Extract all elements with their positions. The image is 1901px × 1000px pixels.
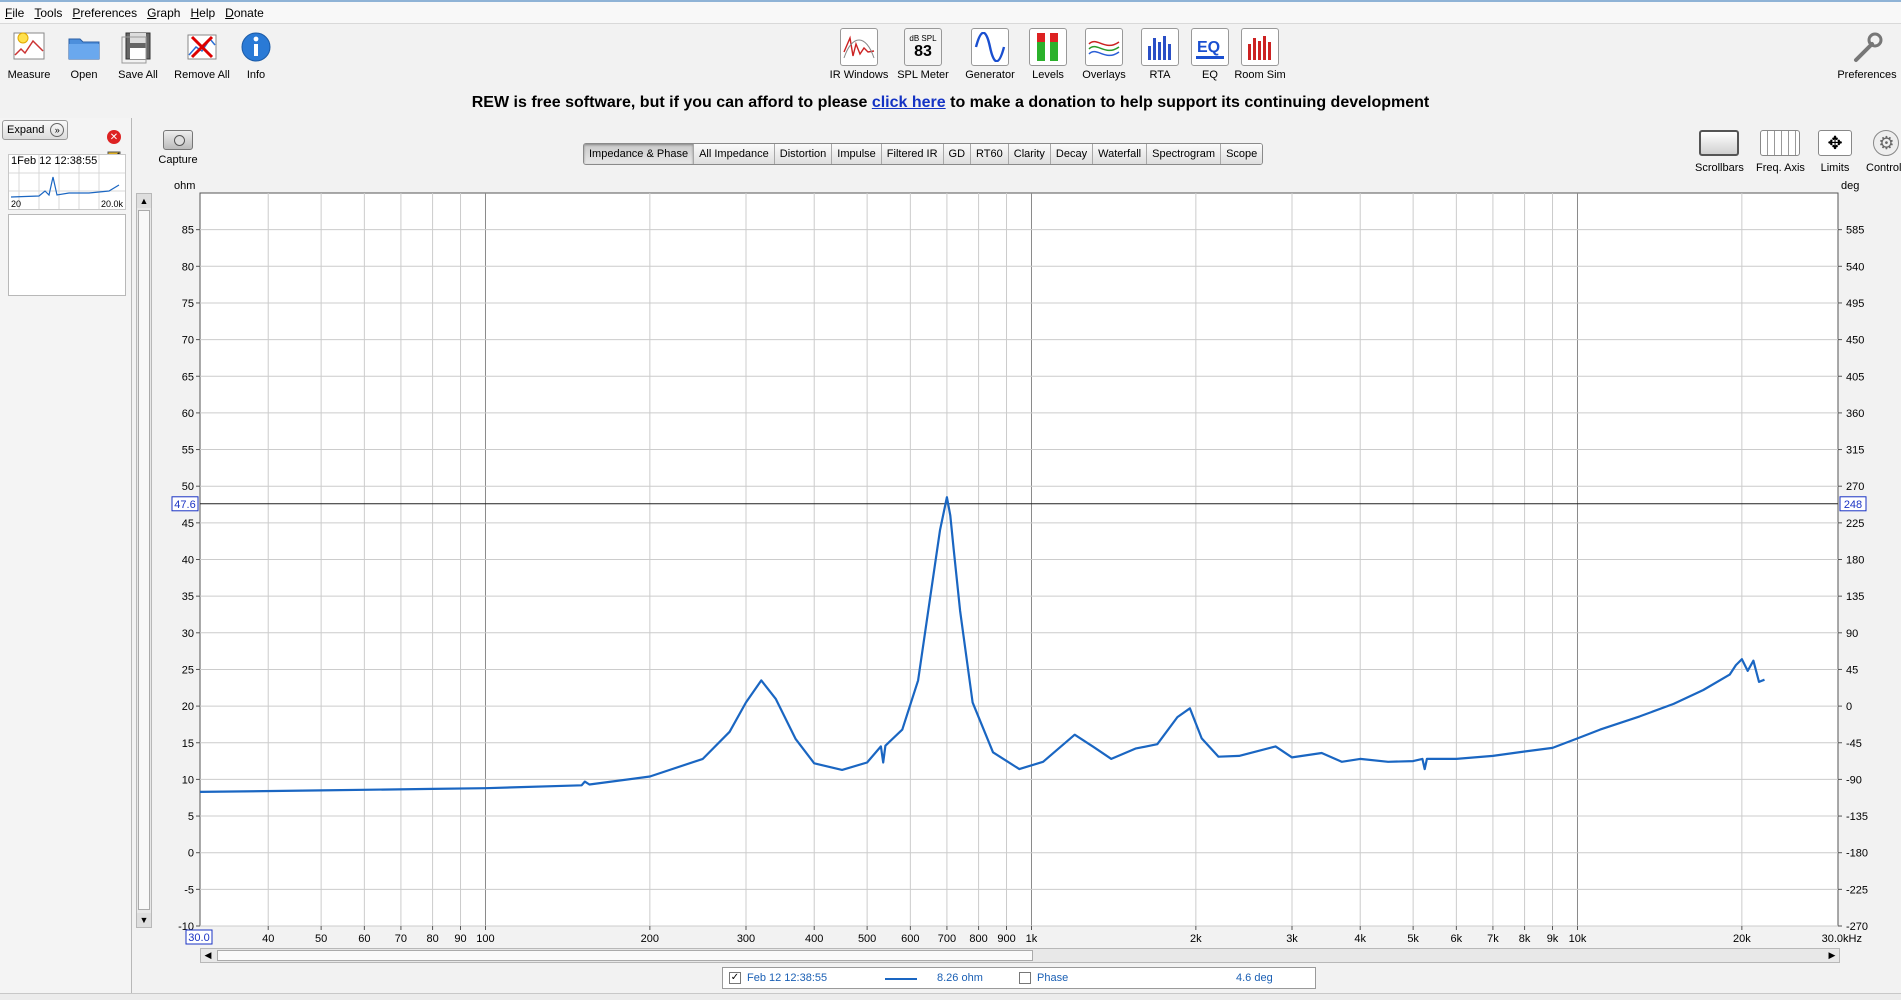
y-right-tick-label: 450 <box>1846 335 1864 347</box>
y-left-tick-label: 50 <box>182 481 194 493</box>
y-left-tick-label: 60 <box>182 408 194 420</box>
x-tick-label: 70 <box>395 933 407 945</box>
legend-phase-value: 4.6 deg <box>1236 972 1273 984</box>
y-left-tick-label: 85 <box>182 225 194 237</box>
legend-impedance-value: 8.26 ohm <box>937 972 983 984</box>
y-right-tick-label: 135 <box>1846 591 1864 603</box>
x-tick-label: 2k <box>1190 933 1202 945</box>
y-left-tick-label: 5 <box>188 811 194 823</box>
y-right-tick-label: 90 <box>1846 628 1858 640</box>
graph-legend: ✓ Feb 12 12:38:55 8.26 ohm Phase 4.6 deg <box>722 967 1316 989</box>
measurement-visible-checkbox[interactable]: ✓ <box>729 972 741 984</box>
y-left-tick-label: 45 <box>182 518 194 530</box>
horizontal-scroll-thumb[interactable] <box>217 950 1033 961</box>
x-tick-label: 4k <box>1354 933 1366 945</box>
x-tick-label: 800 <box>969 933 987 945</box>
x-tick-label: 80 <box>426 933 438 945</box>
rew-window: File Tools Preferences Graph Help Donate… <box>0 0 1901 1000</box>
x-tick-label: 90 <box>454 933 466 945</box>
x-tick-label: 900 <box>997 933 1015 945</box>
y-right-tick-label: 0 <box>1846 701 1852 713</box>
y-right-tick-label: 360 <box>1846 408 1864 420</box>
x-tick-label: 500 <box>858 933 876 945</box>
x-tick-label: 400 <box>805 933 823 945</box>
impedance-phase-chart[interactable]: -10-50510152025303540455055606570758085-… <box>0 0 1901 1000</box>
y-right-tick-label: 405 <box>1846 371 1864 383</box>
y-left-tick-label: 10 <box>182 774 194 786</box>
x-tick-label: 300 <box>737 933 755 945</box>
x-tick-label: 700 <box>938 933 956 945</box>
y-right-tick-label: -270 <box>1846 921 1868 933</box>
x-start-label: 30.0 <box>188 932 209 944</box>
x-tick-label: 9k <box>1547 933 1559 945</box>
y-left-tick-label: 15 <box>182 738 194 750</box>
y-left-tick-label: 0 <box>188 848 194 860</box>
x-tick-label: 600 <box>901 933 919 945</box>
legend-measurement-name: Feb 12 12:38:55 <box>747 972 828 984</box>
x-tick-label: 6k <box>1451 933 1463 945</box>
x-tick-label: 1k <box>1026 933 1038 945</box>
scroll-left-arrow-icon[interactable]: ◀ <box>201 949 215 962</box>
y-right-tick-label: -45 <box>1846 738 1862 750</box>
y-left-tick-label: 40 <box>182 555 194 567</box>
x-end-label: 30.0kHz <box>1822 933 1862 945</box>
x-tick-label: 50 <box>315 933 327 945</box>
x-tick-label: 5k <box>1407 933 1419 945</box>
scroll-right-arrow-icon[interactable]: ▶ <box>1825 949 1839 962</box>
y-right-tick-label: 45 <box>1846 664 1858 676</box>
cursor-left-label: 47.6 <box>174 499 195 511</box>
y-right-tick-label: -225 <box>1846 884 1868 896</box>
y-right-tick-label: -180 <box>1846 848 1868 860</box>
y-left-tick-label: 35 <box>182 591 194 603</box>
x-tick-label: 3k <box>1286 933 1298 945</box>
y-left-tick-label: -5 <box>184 884 194 896</box>
y-left-tick-label: 80 <box>182 261 194 273</box>
horizontal-scrollbar[interactable]: ◀ ▶ <box>200 948 1840 963</box>
y-left-tick-label: 20 <box>182 701 194 713</box>
legend-line-swatch <box>885 978 917 980</box>
legend-phase-label: Phase <box>1037 972 1069 984</box>
y-right-tick-label: 180 <box>1846 555 1864 567</box>
y-right-tick-label: 585 <box>1846 225 1864 237</box>
cursor-right-label: 248 <box>1844 499 1862 511</box>
y-right-tick-label: 495 <box>1846 298 1864 310</box>
x-tick-label: 200 <box>641 933 659 945</box>
x-tick-label: 10k <box>1569 933 1587 945</box>
phase-visible-checkbox[interactable] <box>1019 972 1031 984</box>
x-tick-label: 7k <box>1487 933 1499 945</box>
y-right-tick-label: 270 <box>1846 481 1864 493</box>
y-left-tick-label: 70 <box>182 335 194 347</box>
y-right-tick-label: -135 <box>1846 811 1868 823</box>
x-tick-label: 60 <box>358 933 370 945</box>
status-bar <box>0 993 1901 1000</box>
x-tick-label: 20k <box>1733 933 1751 945</box>
x-tick-label: 100 <box>476 933 494 945</box>
y-right-tick-label: 540 <box>1846 261 1864 273</box>
y-right-tick-label: 315 <box>1846 445 1864 457</box>
y-left-tick-label: 55 <box>182 445 194 457</box>
x-tick-label: 8k <box>1519 933 1531 945</box>
y-left-tick-label: 65 <box>182 371 194 383</box>
y-left-tick-label: 75 <box>182 298 194 310</box>
y-right-tick-label: -90 <box>1846 774 1862 786</box>
y-right-tick-label: 225 <box>1846 518 1864 530</box>
x-tick-label: 40 <box>262 933 274 945</box>
y-left-tick-label: 25 <box>182 664 194 676</box>
y-left-tick-label: 30 <box>182 628 194 640</box>
